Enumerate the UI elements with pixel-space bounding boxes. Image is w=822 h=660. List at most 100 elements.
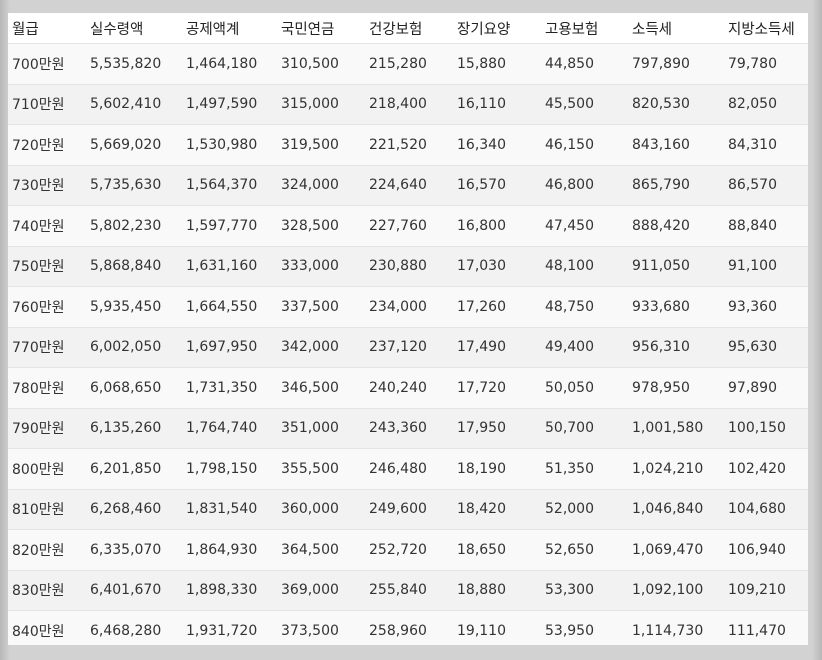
value-cell: 373,500 xyxy=(281,623,339,639)
value-cell: 18,420 xyxy=(457,501,506,518)
value-cell: 17,720 xyxy=(457,379,506,396)
value-cell: 865,790 xyxy=(632,177,690,194)
value-cell: 48,750 xyxy=(545,298,594,315)
value-cell: 5,802,230 xyxy=(90,217,162,234)
value-cell: 797,890 xyxy=(632,55,690,72)
salary-cell: 700만원 xyxy=(12,56,65,73)
value-cell: 240,240 xyxy=(369,379,427,396)
value-cell: 911,050 xyxy=(632,258,690,275)
value-cell: 51,350 xyxy=(545,460,594,477)
column-header: 공제액계 xyxy=(186,21,240,38)
value-cell: 6,002,050 xyxy=(90,339,162,356)
value-cell: 46,800 xyxy=(545,177,594,194)
salary-cell: 760만원 xyxy=(12,299,65,316)
value-cell: 86,570 xyxy=(728,177,777,194)
value-cell: 5,535,820 xyxy=(90,55,162,72)
value-cell: 820,530 xyxy=(632,96,690,113)
salary-cell: 740만원 xyxy=(12,218,65,235)
salary-cell: 800만원 xyxy=(12,461,65,478)
value-cell: 1,464,180 xyxy=(186,55,258,72)
value-cell: 50,050 xyxy=(545,379,594,396)
value-cell: 5,735,630 xyxy=(90,177,162,194)
salary-cell: 710만원 xyxy=(12,97,65,114)
value-cell: 46,150 xyxy=(545,136,594,153)
table-row: 790만원 6,135,260 1,764,740 351,000 243,360 17,… xyxy=(8,408,808,449)
salary-cell: 790만원 xyxy=(12,421,65,438)
column-header: 소득세 xyxy=(632,21,673,38)
salary-cell: 840만원 xyxy=(12,624,65,640)
value-cell: 44,850 xyxy=(545,55,594,72)
value-cell: 106,940 xyxy=(728,541,786,558)
table-row: 770만원 6,002,050 1,697,950 342,000 237,120 17,… xyxy=(8,327,808,368)
value-cell: 15,880 xyxy=(457,55,506,72)
value-cell: 956,310 xyxy=(632,339,690,356)
column-header: 고용보험 xyxy=(545,21,599,38)
value-cell: 17,950 xyxy=(457,420,506,437)
value-cell: 88,840 xyxy=(728,217,777,234)
value-cell: 48,100 xyxy=(545,258,594,275)
value-cell: 6,268,460 xyxy=(90,501,162,518)
value-cell: 102,420 xyxy=(728,460,786,477)
value-cell: 315,000 xyxy=(281,96,339,113)
table-row: 830만원 6,401,670 1,898,330 369,000 255,840 18,… xyxy=(8,570,808,611)
column-header: 장기요양 xyxy=(457,21,511,38)
value-cell: 109,210 xyxy=(728,582,786,599)
value-cell: 1,114,730 xyxy=(632,623,704,639)
value-cell: 249,600 xyxy=(369,501,427,518)
value-cell: 16,800 xyxy=(457,217,506,234)
value-cell: 84,310 xyxy=(728,136,777,153)
table-header-row: 월급 실수령액 공제액계 국민연금 건강보험 장기요양 고용보험 소득세 지방소득세 xyxy=(8,13,808,44)
salary-cell: 750만원 xyxy=(12,259,65,276)
value-cell: 1,931,720 xyxy=(186,623,258,639)
value-cell: 369,000 xyxy=(281,582,339,599)
value-cell: 6,468,280 xyxy=(90,623,162,639)
salary-cell: 780만원 xyxy=(12,380,65,397)
table-row: 730만원 5,735,630 1,564,370 324,000 224,640 16,… xyxy=(8,165,808,206)
value-cell: 1,069,470 xyxy=(632,541,704,558)
value-cell: 17,490 xyxy=(457,339,506,356)
table-row: 780만원 6,068,650 1,731,350 346,500 240,240 17,… xyxy=(8,367,808,408)
table-row: 840만원 6,468,280 1,931,720 373,500 258,960 19,… xyxy=(8,610,808,645)
value-cell: 1,046,840 xyxy=(632,501,704,518)
value-cell: 234,000 xyxy=(369,298,427,315)
value-cell: 215,280 xyxy=(369,55,427,72)
value-cell: 5,935,450 xyxy=(90,298,162,315)
value-cell: 50,700 xyxy=(545,420,594,437)
value-cell: 17,260 xyxy=(457,298,506,315)
value-cell: 1,864,930 xyxy=(186,541,258,558)
value-cell: 364,500 xyxy=(281,541,339,558)
table-row: 700만원 5,535,820 1,464,180 310,500 215,280 15,… xyxy=(8,43,808,84)
value-cell: 1,001,580 xyxy=(632,420,704,437)
column-header: 실수령액 xyxy=(90,21,144,38)
value-cell: 6,335,070 xyxy=(90,541,162,558)
value-cell: 5,868,840 xyxy=(90,258,162,275)
value-cell: 230,880 xyxy=(369,258,427,275)
value-cell: 16,570 xyxy=(457,177,506,194)
column-header: 건강보험 xyxy=(369,21,423,38)
value-cell: 19,110 xyxy=(457,623,506,639)
value-cell: 258,960 xyxy=(369,623,427,639)
value-cell: 1,798,150 xyxy=(186,460,258,477)
value-cell: 355,500 xyxy=(281,460,339,477)
value-cell: 1,664,550 xyxy=(186,298,258,315)
value-cell: 47,450 xyxy=(545,217,594,234)
value-cell: 1,564,370 xyxy=(186,177,258,194)
value-cell: 328,500 xyxy=(281,217,339,234)
salary-table-container: 월급 실수령액 공제액계 국민연금 건강보험 장기요양 고용보험 소득세 지방소득세 700만원… xyxy=(8,13,808,645)
value-cell: 319,500 xyxy=(281,136,339,153)
value-cell: 6,135,260 xyxy=(90,420,162,437)
value-cell: 49,400 xyxy=(545,339,594,356)
value-cell: 82,050 xyxy=(728,96,777,113)
value-cell: 1,831,540 xyxy=(186,501,258,518)
value-cell: 351,000 xyxy=(281,420,339,437)
value-cell: 1,497,590 xyxy=(186,96,258,113)
value-cell: 342,000 xyxy=(281,339,339,356)
value-cell: 5,602,410 xyxy=(90,96,162,113)
value-cell: 978,950 xyxy=(632,379,690,396)
value-cell: 1,697,950 xyxy=(186,339,258,356)
value-cell: 255,840 xyxy=(369,582,427,599)
value-cell: 1,530,980 xyxy=(186,136,258,153)
salary-cell: 770만원 xyxy=(12,340,65,357)
value-cell: 243,360 xyxy=(369,420,427,437)
table-row: 750만원 5,868,840 1,631,160 333,000 230,880 17,… xyxy=(8,246,808,287)
